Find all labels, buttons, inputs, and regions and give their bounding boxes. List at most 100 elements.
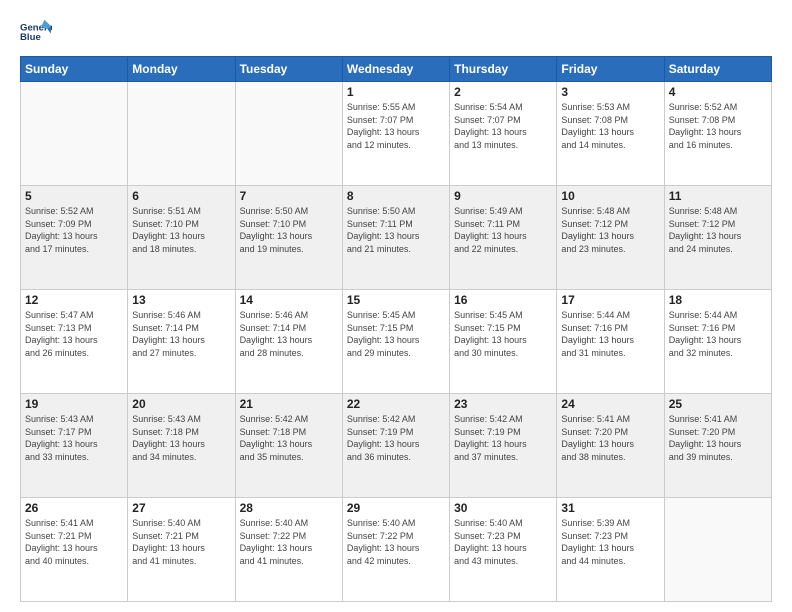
week-row-3: 12 Sunrise: 5:47 AM Sunset: 7:13 PM Dayli…	[21, 290, 772, 394]
day-number: 19	[25, 397, 123, 411]
day-info: Sunrise: 5:51 AM Sunset: 7:10 PM Dayligh…	[132, 205, 230, 255]
calendar-cell: 23 Sunrise: 5:42 AM Sunset: 7:19 PM Dayli…	[450, 394, 557, 498]
calendar-cell: 25Sunrise: 5:41 AM Sunset: 7:20 PM Dayli…	[664, 394, 771, 498]
calendar-cell: 5 Sunrise: 5:52 AM Sunset: 7:09 PM Daylig…	[21, 186, 128, 290]
day-info: Sunrise: 5:40 AM Sunset: 7:21 PM Dayligh…	[132, 517, 230, 567]
header-friday: Friday	[557, 57, 664, 82]
day-info: Sunrise: 5:40 AM Sunset: 7:22 PM Dayligh…	[240, 517, 338, 567]
day-number: 6	[132, 189, 230, 203]
day-info: Sunrise: 5:43 AM Sunset: 7:18 PM Dayligh…	[132, 413, 230, 463]
calendar-cell: 17 Sunrise: 5:44 AM Sunset: 7:16 PM Dayli…	[557, 290, 664, 394]
day-info: Sunrise: 5:53 AM Sunset: 7:08 PM Dayligh…	[561, 101, 659, 151]
day-number: 26	[25, 501, 123, 515]
day-number: 2	[454, 85, 552, 99]
day-number: 28	[240, 501, 338, 515]
calendar-cell: 12 Sunrise: 5:47 AM Sunset: 7:13 PM Dayli…	[21, 290, 128, 394]
calendar-cell: 1Sunrise: 5:55 AM Sunset: 7:07 PM Daylig…	[342, 82, 449, 186]
day-number: 30	[454, 501, 552, 515]
day-number: 16	[454, 293, 552, 307]
day-number: 23	[454, 397, 552, 411]
day-info: Sunrise: 5:54 AM Sunset: 7:07 PM Dayligh…	[454, 101, 552, 151]
day-info: Sunrise: 5:39 AM Sunset: 7:23 PM Dayligh…	[561, 517, 659, 567]
page: General Blue SundayMondayTuesdayWednesda…	[0, 0, 792, 612]
day-info: Sunrise: 5:42 AM Sunset: 7:19 PM Dayligh…	[454, 413, 552, 463]
day-info: Sunrise: 5:41 AM Sunset: 7:21 PM Dayligh…	[25, 517, 123, 567]
day-info: Sunrise: 5:55 AM Sunset: 7:07 PM Dayligh…	[347, 101, 445, 151]
calendar-cell: 3 Sunrise: 5:53 AM Sunset: 7:08 PM Daylig…	[557, 82, 664, 186]
day-number: 27	[132, 501, 230, 515]
calendar-cell: 14 Sunrise: 5:46 AM Sunset: 7:14 PM Dayli…	[235, 290, 342, 394]
day-info: Sunrise: 5:52 AM Sunset: 7:08 PM Dayligh…	[669, 101, 767, 151]
header-thursday: Thursday	[450, 57, 557, 82]
header-monday: Monday	[128, 57, 235, 82]
day-info: Sunrise: 5:42 AM Sunset: 7:18 PM Dayligh…	[240, 413, 338, 463]
day-info: Sunrise: 5:44 AM Sunset: 7:16 PM Dayligh…	[561, 309, 659, 359]
calendar-cell: 30Sunrise: 5:40 AM Sunset: 7:23 PM Dayli…	[450, 498, 557, 602]
calendar-cell: 8 Sunrise: 5:50 AM Sunset: 7:11 PM Daylig…	[342, 186, 449, 290]
day-number: 10	[561, 189, 659, 203]
calendar-cell: 4 Sunrise: 5:52 AM Sunset: 7:08 PM Daylig…	[664, 82, 771, 186]
week-row-1: 1Sunrise: 5:55 AM Sunset: 7:07 PM Daylig…	[21, 82, 772, 186]
week-row-2: 5 Sunrise: 5:52 AM Sunset: 7:09 PM Daylig…	[21, 186, 772, 290]
day-number: 9	[454, 189, 552, 203]
calendar-cell: 22Sunrise: 5:42 AM Sunset: 7:19 PM Dayli…	[342, 394, 449, 498]
day-number: 24	[561, 397, 659, 411]
calendar-cell: 16 Sunrise: 5:45 AM Sunset: 7:15 PM Dayli…	[450, 290, 557, 394]
calendar-cell	[128, 82, 235, 186]
day-info: Sunrise: 5:44 AM Sunset: 7:16 PM Dayligh…	[669, 309, 767, 359]
day-info: Sunrise: 5:45 AM Sunset: 7:15 PM Dayligh…	[347, 309, 445, 359]
calendar-cell	[21, 82, 128, 186]
day-number: 5	[25, 189, 123, 203]
day-info: Sunrise: 5:43 AM Sunset: 7:17 PM Dayligh…	[25, 413, 123, 463]
day-info: Sunrise: 5:48 AM Sunset: 7:12 PM Dayligh…	[669, 205, 767, 255]
week-row-4: 19 Sunrise: 5:43 AM Sunset: 7:17 PM Dayli…	[21, 394, 772, 498]
header-tuesday: Tuesday	[235, 57, 342, 82]
header: General Blue	[20, 16, 772, 48]
day-info: Sunrise: 5:45 AM Sunset: 7:15 PM Dayligh…	[454, 309, 552, 359]
calendar-cell: 20Sunrise: 5:43 AM Sunset: 7:18 PM Dayli…	[128, 394, 235, 498]
calendar-cell: 2 Sunrise: 5:54 AM Sunset: 7:07 PM Daylig…	[450, 82, 557, 186]
day-number: 25	[669, 397, 767, 411]
day-info: Sunrise: 5:40 AM Sunset: 7:22 PM Dayligh…	[347, 517, 445, 567]
day-number: 29	[347, 501, 445, 515]
day-number: 14	[240, 293, 338, 307]
day-info: Sunrise: 5:47 AM Sunset: 7:13 PM Dayligh…	[25, 309, 123, 359]
calendar-cell: 26 Sunrise: 5:41 AM Sunset: 7:21 PM Dayli…	[21, 498, 128, 602]
day-info: Sunrise: 5:52 AM Sunset: 7:09 PM Dayligh…	[25, 205, 123, 255]
calendar-cell: 28 Sunrise: 5:40 AM Sunset: 7:22 PM Dayli…	[235, 498, 342, 602]
header-wednesday: Wednesday	[342, 57, 449, 82]
day-number: 31	[561, 501, 659, 515]
calendar-cell: 7Sunrise: 5:50 AM Sunset: 7:10 PM Daylig…	[235, 186, 342, 290]
day-number: 12	[25, 293, 123, 307]
day-info: Sunrise: 5:41 AM Sunset: 7:20 PM Dayligh…	[561, 413, 659, 463]
day-number: 18	[669, 293, 767, 307]
day-number: 11	[669, 189, 767, 203]
calendar-cell: 27 Sunrise: 5:40 AM Sunset: 7:21 PM Dayli…	[128, 498, 235, 602]
calendar-cell: 31 Sunrise: 5:39 AM Sunset: 7:23 PM Dayli…	[557, 498, 664, 602]
calendar-cell	[664, 498, 771, 602]
day-number: 15	[347, 293, 445, 307]
svg-text:Blue: Blue	[20, 32, 41, 43]
day-info: Sunrise: 5:46 AM Sunset: 7:14 PM Dayligh…	[132, 309, 230, 359]
calendar-cell	[235, 82, 342, 186]
calendar-cell: 11 Sunrise: 5:48 AM Sunset: 7:12 PM Dayli…	[664, 186, 771, 290]
calendar-cell: 21 Sunrise: 5:42 AM Sunset: 7:18 PM Dayli…	[235, 394, 342, 498]
calendar-cell: 29 Sunrise: 5:40 AM Sunset: 7:22 PM Dayli…	[342, 498, 449, 602]
calendar-cell: 18 Sunrise: 5:44 AM Sunset: 7:16 PM Dayli…	[664, 290, 771, 394]
calendar-cell: 13 Sunrise: 5:46 AM Sunset: 7:14 PM Dayli…	[128, 290, 235, 394]
day-info: Sunrise: 5:46 AM Sunset: 7:14 PM Dayligh…	[240, 309, 338, 359]
day-number: 13	[132, 293, 230, 307]
logo-svg: General Blue	[20, 16, 52, 48]
day-number: 7	[240, 189, 338, 203]
day-number: 22	[347, 397, 445, 411]
day-info: Sunrise: 5:48 AM Sunset: 7:12 PM Dayligh…	[561, 205, 659, 255]
day-number: 4	[669, 85, 767, 99]
day-number: 17	[561, 293, 659, 307]
logo: General Blue	[20, 16, 52, 48]
calendar-header-row: SundayMondayTuesdayWednesdayThursdayFrid…	[21, 57, 772, 82]
day-info: Sunrise: 5:50 AM Sunset: 7:11 PM Dayligh…	[347, 205, 445, 255]
day-number: 8	[347, 189, 445, 203]
day-number: 21	[240, 397, 338, 411]
calendar-cell: 24 Sunrise: 5:41 AM Sunset: 7:20 PM Dayli…	[557, 394, 664, 498]
day-number: 3	[561, 85, 659, 99]
